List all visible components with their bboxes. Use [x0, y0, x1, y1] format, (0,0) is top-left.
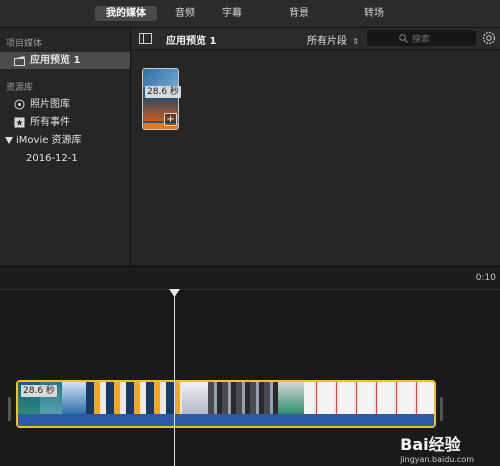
thumbnail-image-top — [143, 69, 178, 87]
film-frame — [62, 382, 86, 414]
media-browser — [131, 50, 500, 265]
sidebar-item-all-events[interactable]: 所有事件 — [0, 114, 130, 131]
tab-transitions[interactable]: 转场 — [352, 6, 396, 21]
sidebar-item-label: iMovie 资源库 — [16, 135, 82, 146]
sidebar-toggle-icon[interactable] — [139, 33, 152, 44]
sidebar-item-label: 应用预览 1 — [30, 55, 81, 66]
playhead-triangle-icon[interactable] — [169, 289, 180, 297]
watermark-text: Bai经验 — [400, 435, 461, 454]
clip-thumbnail[interactable]: + — [142, 68, 179, 130]
disclosure-triangle-icon[interactable] — [5, 137, 13, 144]
library-heading: 资源库 — [6, 83, 34, 93]
star-icon — [14, 117, 25, 128]
film-frame — [208, 382, 278, 414]
media-tab-bar: 我的媒体 音频 字幕 背景 转场 — [0, 0, 500, 28]
clip-filter-select[interactable]: 所有片段 ⇕ — [307, 32, 359, 47]
search-icon — [399, 34, 408, 43]
time-marker: 0:10 — [475, 273, 496, 283]
tab-my-media[interactable]: 我的媒体 — [95, 6, 157, 21]
search-placeholder: 搜索 — [412, 35, 431, 45]
browser-toolbar: 应用预览 1 所有片段 ⇕ 搜索 — [131, 28, 500, 50]
sidebar-item-label: 2016-12-1 — [26, 153, 78, 164]
tab-backgrounds[interactable]: 背景 — [277, 6, 321, 21]
sidebar-item-photos[interactable]: 照片图库 — [0, 96, 130, 113]
watermark-url: jingyan.baidu.com — [400, 455, 474, 464]
project-media-heading: 项目媒体 — [6, 39, 43, 49]
browser-title: 应用预览 1 — [166, 36, 217, 47]
flower-icon — [14, 99, 25, 110]
sidebar-item-label: 照片图库 — [30, 99, 70, 110]
right-trim-handle[interactable] — [440, 397, 443, 421]
timeline-clip-duration-badge: 28.6 秒 — [21, 385, 57, 397]
tab-titles[interactable]: 字幕 — [210, 6, 254, 21]
sidebar-item-label: 所有事件 — [30, 117, 70, 128]
film-frame — [278, 382, 304, 414]
left-trim-handle[interactable] — [8, 397, 11, 421]
sidebar-item-imovie-library[interactable]: iMovie 资源库 — [0, 132, 130, 149]
up-down-chevron-icon: ⇕ — [352, 37, 359, 46]
sidebar-item-project[interactable]: 应用预览 1 — [0, 52, 130, 69]
add-to-timeline-icon[interactable]: + — [164, 113, 177, 126]
film-frame — [304, 382, 434, 414]
clip-duration-badge: 28.6 秒 — [145, 86, 181, 98]
baidu-watermark: Bai经验 jingyan.baidu.com — [400, 431, 474, 464]
film-frame — [86, 382, 182, 414]
timeline-ruler[interactable]: 0:10 — [0, 267, 500, 290]
sidebar-item-event-date[interactable]: 2016-12-1 — [0, 150, 130, 167]
tab-audio[interactable]: 音频 — [165, 6, 205, 21]
audio-waveform-strip — [18, 414, 434, 426]
clip-filter-value: 所有片段 — [307, 36, 347, 47]
gear-icon[interactable] — [482, 31, 496, 45]
timeline[interactable]: 0:10 28.6 秒 Bai经验 jingyan.baidu.com — [0, 266, 500, 466]
timeline-clip[interactable] — [16, 380, 436, 428]
clapperboard-icon — [14, 56, 25, 66]
playhead[interactable] — [174, 290, 175, 466]
search-input[interactable]: 搜索 — [367, 30, 476, 46]
library-sidebar: 项目媒体 应用预览 1 资源库 照片图库 所有事件 iMovie 资源库 201… — [0, 28, 131, 265]
film-frame — [182, 382, 208, 414]
